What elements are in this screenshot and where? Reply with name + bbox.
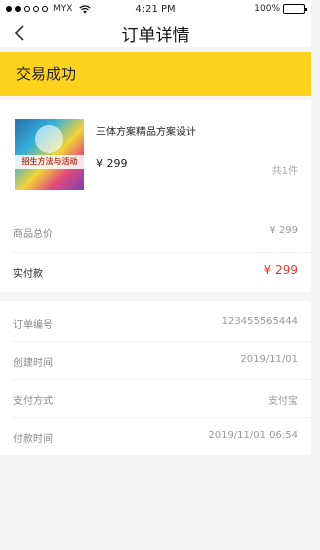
created-time-row: 创建时间 2019/11/01 [0,341,311,379]
payment-time-value: 2019/11/01 06:54 [208,430,298,441]
status-bar: MYX 4:21 PM 100% [0,0,311,20]
payment-method-row: 支付方式 支付宝 [0,379,311,417]
order-number-label: 订单编号 [13,320,53,331]
navigation-bar: 订单详情 [0,20,311,47]
paid-amount-row: 实付款 ¥ 299 [0,252,311,292]
battery-percent: 100% [254,4,280,14]
payment-time-label: 付款时间 [13,434,53,445]
price-summary: 商品总价 ¥ 299 实付款 ¥ 299 [0,210,311,292]
paid-amount-label: 实付款 [13,269,43,280]
order-number-row: 订单编号 123455565444 [0,303,311,341]
paid-amount-value: ¥ 299 [263,263,298,277]
subtotal-label: 商品总价 [13,229,53,240]
subtotal-row: 商品总价 ¥ 299 [0,212,311,252]
product-name: 三体方案精品方案设计 [96,127,196,138]
thumbnail-figure [35,125,63,153]
created-time-value: 2019/11/01 [240,354,298,365]
payment-method-label: 支付方式 [13,396,53,407]
product-price: ¥ 299 [96,157,128,170]
payment-time-row: 付款时间 2019/11/01 06:54 [0,417,311,455]
order-status-banner: 交易成功 [0,52,311,96]
thumbnail-caption: 招生方法与活动 [15,155,84,169]
product-card[interactable]: 招生方法与活动 三体方案精品方案设计 ¥ 299 共1件 [0,100,311,210]
created-time-label: 创建时间 [13,358,53,369]
subtotal-value: ¥ 299 [269,225,298,236]
battery-icon [283,4,307,14]
order-info: 订单编号 123455565444 创建时间 2019/11/01 支付方式 支… [0,301,311,455]
order-number-value: 123455565444 [221,316,298,327]
page-title: 订单详情 [121,26,190,46]
payment-method-value: 支付宝 [268,396,298,407]
product-thumbnail[interactable]: 招生方法与活动 [15,119,84,190]
product-quantity: 共1件 [271,166,298,177]
battery-status: 100% [254,4,307,14]
